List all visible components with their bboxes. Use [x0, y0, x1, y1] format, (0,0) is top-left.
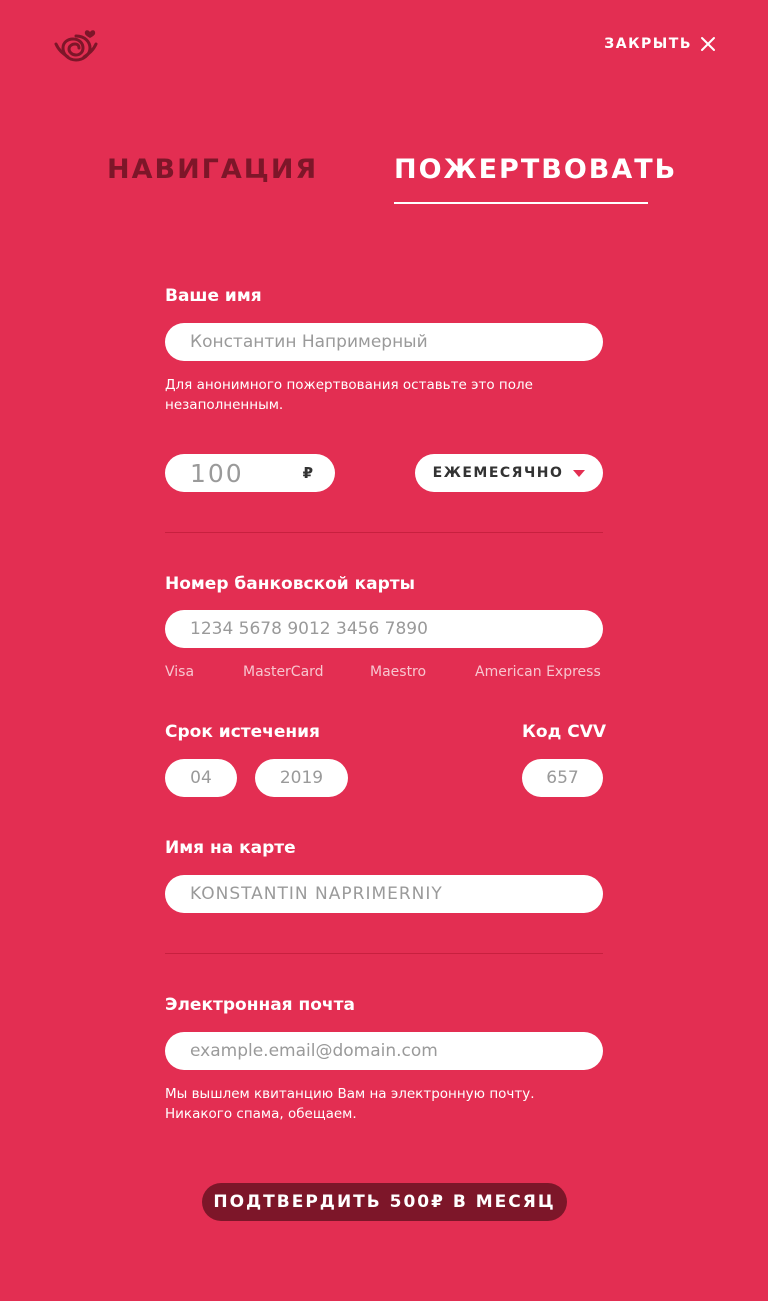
card-number-label: Номер банковской карты: [165, 574, 416, 594]
tab-navigation[interactable]: НАВИГАЦИЯ: [107, 154, 318, 185]
caret-down-icon: [573, 469, 586, 477]
close-label: ЗАКРЫТЬ: [604, 36, 692, 52]
card-name-input[interactable]: KONSTANTIN NAPRIMERNIY: [165, 875, 603, 913]
ruble-sign: ₽: [302, 464, 313, 482]
cvv-label: Код CVV: [522, 722, 607, 742]
card-name-label: Имя на карте: [165, 838, 296, 858]
card-brand-maestro: Maestro: [370, 664, 427, 680]
cvv-input[interactable]: 657: [522, 759, 603, 797]
expiry-month-input[interactable]: 04: [165, 759, 237, 797]
expiry-year-input[interactable]: 2019: [255, 759, 348, 797]
card-brand-amex: American Express: [475, 664, 601, 680]
expiry-label: Срок истечения: [165, 722, 320, 742]
spiral-rose-logo[interactable]: [50, 26, 102, 66]
email-hint: Мы вышлем квитанцию Вам на электронную п…: [165, 1086, 535, 1122]
divider: [165, 953, 603, 954]
amount-value: 100: [190, 458, 244, 488]
active-tab-underline: [394, 202, 648, 204]
close-button[interactable]: ЗАКРЫТЬ: [604, 36, 716, 52]
email-input[interactable]: example.email@domain.com: [165, 1032, 603, 1070]
name-input[interactable]: Константин Напримерный: [165, 323, 603, 361]
tab-donate[interactable]: ПОЖЕРТВОВАТЬ: [394, 154, 677, 185]
amount-input[interactable]: 100 ₽: [165, 454, 335, 492]
frequency-dropdown[interactable]: ЕЖЕМЕСЯЧНО: [415, 454, 603, 492]
card-number-input[interactable]: 1234 5678 9012 3456 7890: [165, 610, 603, 648]
close-icon: [701, 37, 715, 51]
card-brand-mastercard: MasterCard: [243, 664, 324, 680]
submit-donation-button[interactable]: ПОДТВЕРДИТЬ 500₽ В МЕСЯЦ: [202, 1183, 567, 1221]
name-label: Ваше имя: [165, 286, 262, 306]
card-brand-visa: Visa: [165, 664, 195, 680]
email-label: Электронная почта: [165, 995, 355, 1015]
frequency-value: ЕЖЕМЕСЯЧНО: [432, 465, 564, 481]
divider: [165, 532, 603, 533]
name-hint: Для анонимного пожертвования оставьте эт…: [165, 377, 533, 413]
